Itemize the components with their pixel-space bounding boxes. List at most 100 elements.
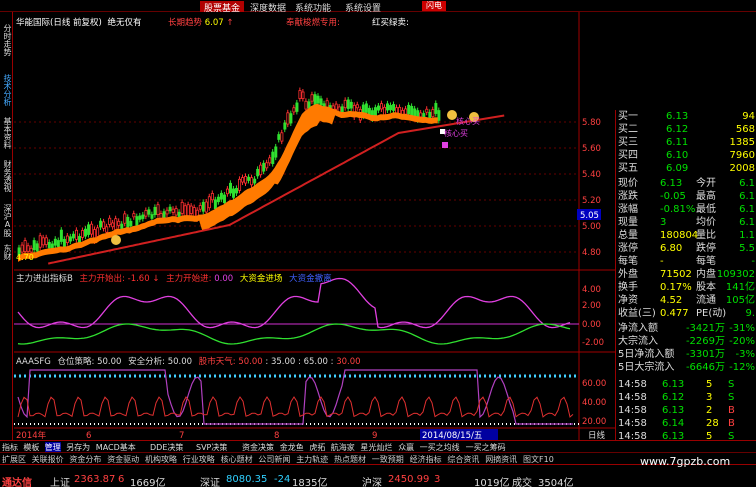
stat-label: 总量 bbox=[618, 230, 638, 241]
stat-label: 每笔 bbox=[618, 256, 638, 267]
candle bbox=[38, 235, 42, 248]
stat-label2: 流通 bbox=[696, 295, 716, 306]
candle bbox=[108, 217, 112, 225]
flow-label: 大宗流入 bbox=[618, 336, 658, 347]
stat-value: 0.17% bbox=[660, 282, 692, 293]
candle bbox=[238, 178, 242, 191]
candle bbox=[71, 233, 75, 239]
price-tick: 5.80 bbox=[582, 118, 601, 128]
candle bbox=[111, 222, 115, 228]
sidebar-item-finance[interactable]: 财务透视 bbox=[1, 160, 12, 192]
sidebar-item-intraday[interactable]: 分时走势 bbox=[1, 24, 12, 56]
candle bbox=[268, 157, 272, 164]
candle bbox=[47, 241, 51, 249]
candle bbox=[102, 221, 106, 229]
stat-row: 总量 180804 量比 1.1 bbox=[616, 229, 756, 242]
candle bbox=[286, 112, 290, 125]
stat-value: 71502 bbox=[660, 269, 692, 280]
flow-label: 5日净流入额 bbox=[618, 349, 675, 360]
candle bbox=[189, 205, 193, 214]
sidebar-item-basic[interactable]: 基本资料 bbox=[1, 117, 12, 149]
flow-value: -3421万 bbox=[685, 323, 725, 334]
stat-value: -0.05 bbox=[660, 191, 686, 202]
month-tick: 9 bbox=[372, 431, 377, 440]
hs-amount: 1019亿 bbox=[474, 478, 510, 487]
tick-volume: 5 bbox=[706, 379, 713, 390]
kline-chart[interactable]: 5.80 5.60 5.40 5.20 5.05 5.00 4.80 4.00 … bbox=[14, 12, 615, 440]
candle bbox=[301, 91, 305, 99]
tick-volume: 28 bbox=[706, 418, 719, 429]
sz-change: -24 bbox=[274, 474, 291, 485]
stat-label2: 每笔 bbox=[696, 256, 716, 267]
app-label: 通达信 bbox=[2, 478, 32, 487]
candle bbox=[319, 98, 323, 106]
candle bbox=[437, 110, 441, 121]
down-arrow-icon: ↓ bbox=[152, 274, 160, 284]
indicator2-name[interactable]: AAASFG bbox=[16, 357, 51, 367]
stat-value: 3 bbox=[660, 217, 667, 228]
stat-row: 涨跌 -0.05 最高 6.1 bbox=[616, 190, 756, 203]
candle bbox=[68, 236, 72, 242]
bid-label: 买五 bbox=[618, 163, 638, 174]
stat-value: 180804 bbox=[660, 230, 699, 241]
bid-label: 买四 bbox=[618, 150, 638, 161]
candle bbox=[35, 243, 39, 252]
candle bbox=[171, 208, 175, 213]
smiley-icon bbox=[111, 235, 121, 245]
sidebar-item-market[interactable]: 深沪A股 bbox=[1, 204, 12, 237]
ind2-w4: 30.00 bbox=[336, 357, 361, 367]
ind1-tick: 0.00 bbox=[582, 320, 601, 330]
bid-label: 买一 bbox=[618, 111, 638, 122]
stat-row: 现价 6.13 今开 6.1 bbox=[616, 177, 756, 190]
sz-index: 8080.35 bbox=[226, 474, 268, 485]
ind1-v1: -1.60 bbox=[127, 274, 150, 284]
candle bbox=[244, 176, 248, 184]
month-tick: 8 bbox=[274, 431, 279, 440]
stat-row: 涨幅 -0.81% 最低 6.1 bbox=[616, 203, 756, 216]
total-amount: 3504亿 bbox=[538, 478, 574, 487]
ind1-tick: -2.00 bbox=[582, 338, 604, 348]
indicator1-header: 主力进出指标B 主力开始出: -1.60 ↓ 主力开始进: 0.00 大资金进场… bbox=[16, 272, 332, 284]
ind1-tick: 4.00 bbox=[582, 285, 601, 295]
candle bbox=[186, 204, 190, 217]
candle bbox=[59, 229, 63, 242]
stat-row: 每笔 - 每笔 - bbox=[616, 255, 756, 268]
sidebar-item-technical[interactable]: 技术分析 bbox=[1, 74, 12, 106]
candle bbox=[274, 146, 278, 158]
flow-pct: -31% bbox=[729, 323, 755, 334]
menu-bar: 股票基金 深度数据 系统功能 系统设置 闪电 bbox=[0, 0, 756, 14]
flow-row: 大宗流入 -2269万 -20% bbox=[616, 335, 756, 348]
tick-price: 6.13 bbox=[662, 405, 685, 416]
stat-label2: 股本 bbox=[696, 282, 716, 293]
ind2-tick: 60.00 bbox=[582, 379, 606, 389]
sidebar-item-dongcai[interactable]: 东财 bbox=[1, 244, 12, 260]
stat-label2: PE(动) bbox=[696, 308, 727, 319]
candle bbox=[20, 244, 24, 253]
candle bbox=[235, 187, 239, 194]
candle bbox=[81, 230, 85, 238]
flow-pct: -12% bbox=[729, 362, 755, 373]
flow-row: 净流入额 -3421万 -31% bbox=[616, 322, 756, 335]
tick-time: 14:58 bbox=[618, 379, 647, 390]
candle bbox=[222, 194, 226, 204]
candle bbox=[141, 214, 145, 219]
quote-panel: 买一 6.13 94 买二 6.12 568 买三 6.11 1385 买四 6.10 7960 买五 6… bbox=[615, 110, 756, 455]
candle bbox=[147, 209, 151, 215]
candle bbox=[126, 216, 130, 229]
flash-button[interactable]: 闪电 bbox=[422, 1, 446, 11]
candle bbox=[225, 188, 229, 195]
candle bbox=[316, 95, 320, 104]
candle bbox=[298, 90, 302, 99]
ind1-v2: 0.00 bbox=[214, 274, 234, 284]
candle bbox=[346, 99, 350, 109]
core-buy-label: 核心买 bbox=[456, 116, 480, 126]
stat-label: 换手 bbox=[618, 282, 638, 293]
candle bbox=[219, 192, 223, 200]
stat-value2: 1.1 bbox=[739, 230, 755, 241]
candle bbox=[32, 240, 36, 250]
tick-volume: 2 bbox=[706, 405, 713, 416]
indicator1-name[interactable]: 主力进出指标B bbox=[16, 274, 73, 284]
candle bbox=[250, 177, 254, 186]
period-label[interactable]: 日线 bbox=[588, 430, 606, 440]
candle bbox=[247, 176, 251, 181]
